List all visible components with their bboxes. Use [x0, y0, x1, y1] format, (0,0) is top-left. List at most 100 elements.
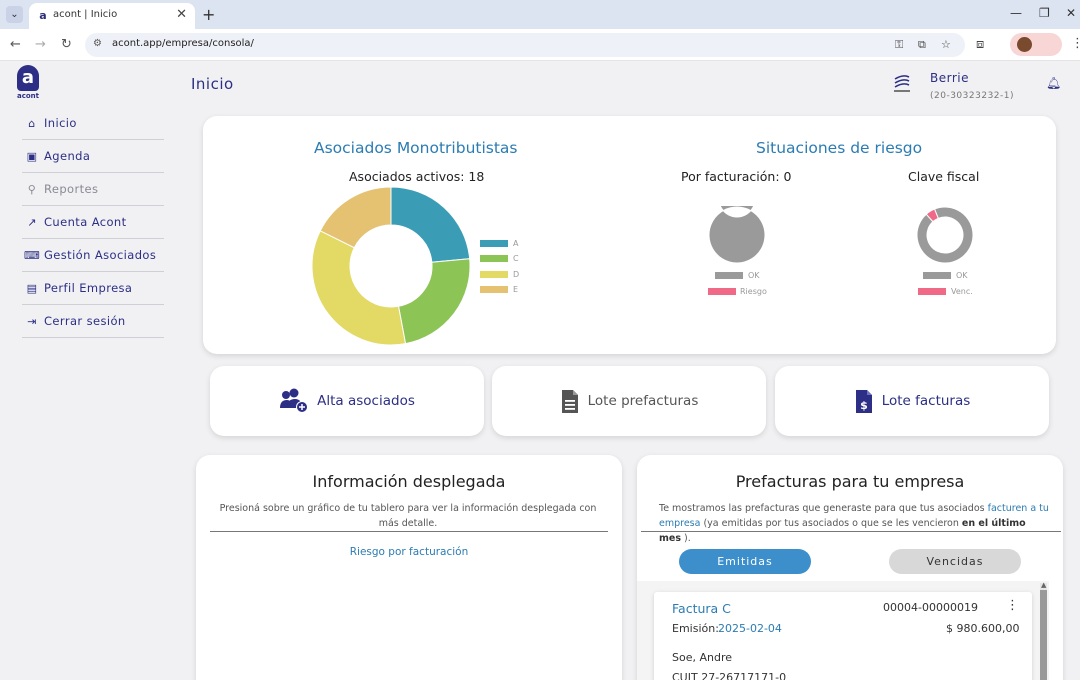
alta-asociados-label: Alta asociados	[317, 393, 415, 409]
install-app-icon[interactable]: ⧉	[918, 38, 926, 52]
legend-label-c: C	[513, 254, 519, 263]
address-bar: ← → ↻ ⚙ acont.app/empresa/consola/ ⚿ ⧉ ☆	[0, 29, 1080, 61]
divider	[641, 531, 1061, 532]
sidebar-item-label: Cuenta Acont	[44, 215, 127, 229]
browser-tab[interactable]: a acont | Inicio ✕	[29, 3, 195, 29]
restore-icon[interactable]: ❐	[1039, 6, 1050, 20]
desc-text: ).	[681, 533, 691, 544]
sidebar-item-cerrar-sesion[interactable]: ⇥ Cerrar sesión	[22, 305, 164, 338]
logout-icon: ⇥	[27, 314, 37, 328]
info-description: Presioná sobre un gráfico de tu tablero …	[219, 503, 597, 529]
prefacturas-card: Prefacturas para tu empresa Te mostramos…	[637, 455, 1063, 680]
facturacion-donut-chart[interactable]	[708, 206, 766, 264]
url-text: acont.app/empresa/consola/	[112, 38, 254, 49]
sidebar-item-cuenta-acont[interactable]: ↗ Cuenta Acont	[22, 206, 164, 239]
asociados-slice-a[interactable]	[390, 186, 471, 263]
emission-date: 2025-02-04	[718, 622, 782, 635]
lote-prefacturas-label: Lote prefacturas	[587, 393, 699, 409]
site-info-icon[interactable]: ⚙	[93, 38, 102, 49]
divider	[210, 531, 608, 532]
invoice-type: Factura C	[672, 601, 731, 616]
tab-vencidas[interactable]: Vencidas	[889, 549, 1021, 574]
lote-facturas-label: Lote facturas	[881, 393, 971, 409]
sidebar: ⌂ Inicio ▣ Agenda ⚲ Reportes ↗ Cuenta Ac…	[22, 107, 164, 338]
magnifier-chart-icon: ⚲	[27, 182, 37, 196]
clave-fiscal-label: Clave fiscal	[908, 169, 980, 184]
reload-icon[interactable]: ↻	[61, 37, 72, 52]
sidebar-item-label: Cerrar sesión	[44, 314, 126, 328]
password-key-icon[interactable]: ⚿	[895, 38, 903, 52]
forward-icon[interactable]: →	[35, 37, 46, 52]
scroll-up-icon[interactable]: ▲	[1041, 581, 1046, 589]
asociados-donut-chart[interactable]	[311, 186, 471, 346]
info-card: Información desplegada Presioná sobre un…	[196, 455, 622, 680]
alta-asociados-button[interactable]: Alta asociados	[210, 366, 484, 436]
profile-button[interactable]	[1010, 33, 1062, 56]
legend-label-ok: OK	[748, 271, 760, 280]
info-title: Información desplegada	[312, 472, 506, 491]
sidebar-item-inicio[interactable]: ⌂ Inicio	[22, 107, 164, 140]
legend-label-riesgo: Riesgo	[740, 287, 767, 296]
asociados-slice-d[interactable]	[311, 230, 407, 346]
contact-book-icon: ▣	[26, 149, 38, 163]
company-name: Berrie	[930, 71, 969, 85]
riesgo-facturacion-link[interactable]: Riesgo por facturación	[196, 545, 622, 560]
minimize-icon[interactable]: —	[1010, 6, 1022, 20]
associate-cuit: CUIT 27-26717171-0	[672, 671, 787, 680]
sidebar-item-label: Gestión Asociados	[44, 248, 157, 262]
app-header	[0, 61, 1080, 105]
legend-swatch-e	[480, 286, 508, 293]
document-icon	[561, 389, 578, 413]
new-tab-icon[interactable]: +	[202, 5, 215, 24]
acont-favicon-icon: a	[39, 9, 47, 22]
bookmark-star-icon[interactable]: ☆	[941, 38, 951, 51]
lote-facturas-button[interactable]: $ Lote facturas	[775, 366, 1049, 436]
avatar	[1017, 37, 1032, 52]
close-window-icon[interactable]: ✕	[1066, 6, 1076, 20]
clave-fiscal-donut-chart[interactable]	[916, 206, 974, 264]
notifications-bell-icon[interactable]: 🔔︎	[1046, 76, 1061, 90]
extensions-icon[interactable]: ⧈	[976, 37, 984, 52]
tab-search-button[interactable]: ⌄	[6, 6, 23, 23]
page-title: Inicio	[191, 75, 234, 93]
sidebar-item-label: Inicio	[44, 116, 77, 130]
url-field[interactable]: ⚙ acont.app/empresa/consola/ ⚿ ⧉ ☆	[85, 33, 965, 57]
sidebar-item-agenda[interactable]: ▣ Agenda	[22, 140, 164, 173]
desc-text: (ya emitidas por tus asociados o que se …	[700, 518, 962, 529]
riesgo-title: Situaciones de riesgo	[756, 139, 923, 157]
legend-swatch-venc	[918, 288, 946, 295]
sidebar-item-reportes[interactable]: ⚲ Reportes	[22, 173, 164, 206]
browser-menu-icon[interactable]: ⋮	[1071, 36, 1080, 51]
invoice-number: 00004-00000019	[883, 601, 978, 614]
legend-label-e: E	[513, 285, 519, 294]
clave-fiscal-slice-ok[interactable]	[916, 206, 974, 264]
legend-swatch-riesgo	[708, 288, 736, 295]
more-options-icon[interactable]: ⋮	[1006, 598, 1019, 613]
back-icon[interactable]: ←	[10, 37, 21, 52]
facturacion-label: Por facturación: 0	[681, 169, 792, 184]
prefacturas-title: Prefacturas para tu empresa	[735, 472, 965, 491]
legend-label-d: D	[513, 270, 520, 279]
logo-mark-icon: a	[17, 65, 39, 91]
sidebar-item-gestion-asociados[interactable]: ⌨ Gestión Asociados	[22, 239, 164, 272]
facturacion-slice-ok[interactable]	[708, 206, 766, 264]
legend-swatch-a	[480, 240, 508, 247]
lote-prefacturas-button[interactable]: Lote prefacturas	[492, 366, 766, 436]
legend-swatch-c	[480, 255, 508, 262]
invoice-item[interactable]: Factura C 00004-00000019 ⋮ Emisión: 2025…	[654, 592, 1032, 680]
legend-label-venc: Venc.	[951, 287, 973, 296]
emission-label: Emisión:	[672, 622, 719, 635]
sidebar-item-label: Reportes	[44, 182, 99, 196]
keyboard-card-icon: ⌨	[23, 248, 41, 262]
overview-card: Asociados Monotributistas Asociados acti…	[203, 116, 1056, 354]
sidebar-item-perfil-empresa[interactable]: ▤ Perfil Empresa	[22, 272, 164, 305]
tab-emitidas[interactable]: Emitidas	[679, 549, 811, 574]
asociados-slice-c[interactable]	[397, 258, 471, 345]
legend-swatch-ok-fiscal	[923, 272, 951, 279]
legend-label-a: A	[513, 239, 519, 248]
scrollbar-thumb[interactable]	[1040, 590, 1047, 680]
legend-label-ok-fiscal: OK	[956, 271, 968, 280]
acont-logo[interactable]: a acont	[17, 65, 39, 103]
add-users-icon	[280, 388, 309, 413]
close-tab-icon[interactable]: ✕	[176, 7, 187, 22]
